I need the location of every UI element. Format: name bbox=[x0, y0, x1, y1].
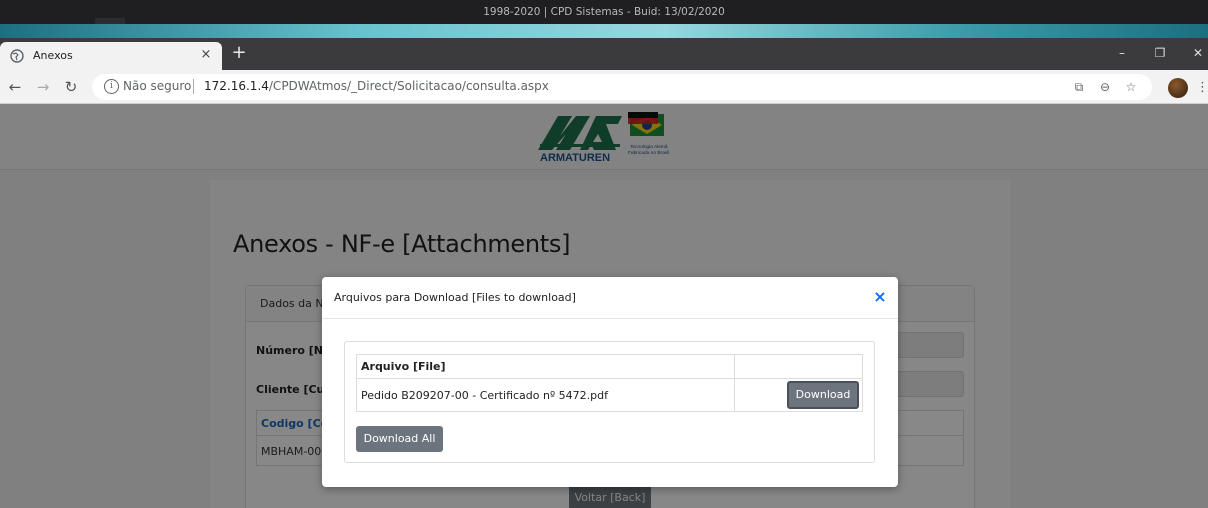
address-bar: ← → ↻ i Não seguro 172.16.1.4/CPDWAtmos/… bbox=[0, 70, 1208, 104]
menu-icon[interactable]: ⋮ bbox=[1196, 78, 1208, 98]
tab-title: Anexos bbox=[33, 49, 73, 62]
omnibox-separator bbox=[193, 79, 194, 94]
download-all-button[interactable]: Download All bbox=[356, 426, 443, 452]
translate-icon[interactable]: ⧉ bbox=[1070, 78, 1088, 96]
url-path: /CPDWAtmos/_Direct/Solicitacao/consulta.… bbox=[268, 79, 549, 93]
close-window-button[interactable]: ✕ bbox=[1186, 43, 1208, 63]
files-panel: Arquivo [File] Pedido B209207-00 - Certi… bbox=[344, 341, 875, 463]
table-row: Pedido B209207-00 - Certificado nº 5472.… bbox=[356, 378, 863, 412]
globe-icon bbox=[10, 49, 24, 63]
modal-title: Arquivos para Download [Files to downloa… bbox=[334, 291, 576, 304]
browser-tab[interactable]: Anexos × bbox=[0, 42, 222, 70]
close-icon[interactable]: × bbox=[870, 286, 890, 308]
os-title-strip: 1998-2020 | CPD Sistemas - Buid: 13/02/2… bbox=[0, 0, 1208, 24]
file-column-header: Arquivo [File] bbox=[356, 354, 735, 379]
action-cell: Download bbox=[734, 378, 863, 412]
tab-close-icon[interactable]: × bbox=[198, 46, 214, 64]
files-modal: Arquivos para Download [Files to downloa… bbox=[322, 277, 898, 487]
back-icon[interactable]: ← bbox=[6, 77, 24, 97]
files-table: Arquivo [File] Pedido B209207-00 - Certi… bbox=[356, 354, 863, 412]
url-text[interactable]: 172.16.1.4/CPDWAtmos/_Direct/Solicitacao… bbox=[204, 79, 549, 93]
modal-header: Arquivos para Download [Files to downloa… bbox=[322, 277, 898, 319]
reload-icon[interactable]: ↻ bbox=[62, 77, 80, 97]
desktop-band bbox=[0, 24, 1208, 38]
download-button[interactable]: Download bbox=[787, 381, 859, 409]
minimize-button[interactable]: – bbox=[1110, 43, 1134, 63]
url-host: 172.16.1.4 bbox=[204, 79, 269, 93]
star-icon[interactable]: ☆ bbox=[1122, 78, 1140, 96]
url-omnibox[interactable]: i Não seguro 172.16.1.4/CPDWAtmos/_Direc… bbox=[92, 74, 1152, 100]
new-tab-button[interactable]: + bbox=[230, 44, 248, 62]
security-label: Não seguro bbox=[123, 79, 192, 93]
os-title-text: 1998-2020 | CPD Sistemas - Buid: 13/02/2… bbox=[483, 6, 725, 18]
table-header-row: Arquivo [File] bbox=[356, 354, 863, 379]
action-column-header bbox=[734, 354, 863, 379]
zoom-icon[interactable]: ⊖ bbox=[1096, 78, 1114, 96]
restore-button[interactable]: ❐ bbox=[1148, 43, 1172, 63]
profile-avatar[interactable] bbox=[1168, 78, 1188, 98]
browser-tabbar: Anexos × + – ❐ ✕ bbox=[0, 38, 1208, 70]
info-icon[interactable]: i bbox=[104, 79, 119, 94]
file-name: Pedido B209207-00 - Certificado nº 5472.… bbox=[356, 378, 735, 412]
forward-icon[interactable]: → bbox=[34, 77, 52, 97]
